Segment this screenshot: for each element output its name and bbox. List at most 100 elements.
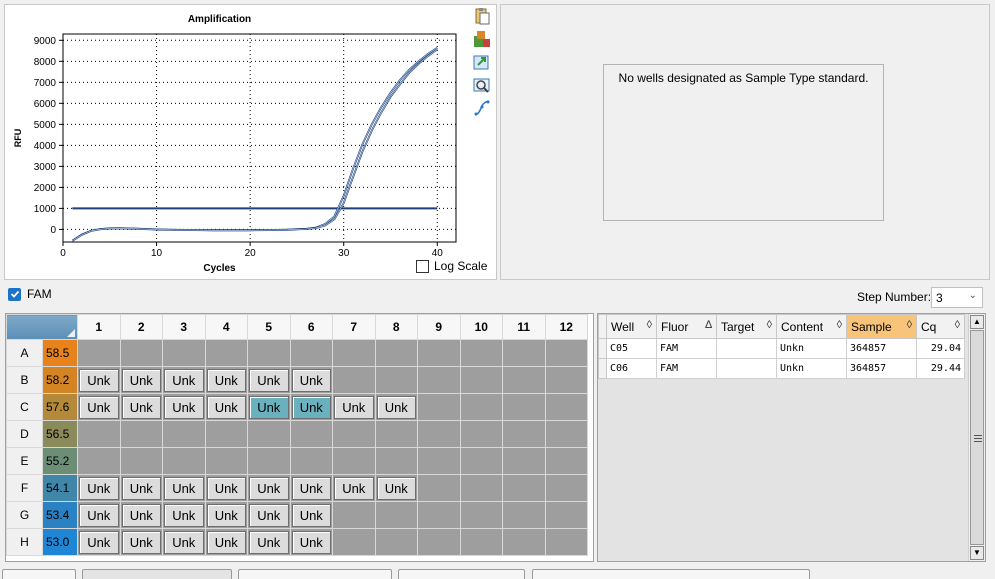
plate-row-header[interactable]: D: [6, 420, 43, 448]
row-selector-header[interactable]: [598, 314, 607, 339]
plate-well[interactable]: [204, 447, 248, 475]
plate-well[interactable]: [459, 501, 503, 529]
results-column-header[interactable]: Well ◊: [606, 314, 657, 339]
plate-well[interactable]: Unk: [374, 474, 418, 502]
plate-well[interactable]: [502, 474, 546, 502]
well-sample-unknown[interactable]: Unk: [291, 368, 331, 392]
bottom-tab[interactable]: [238, 569, 392, 579]
plate-well[interactable]: Unk: [247, 366, 291, 394]
plate-well[interactable]: [459, 393, 503, 421]
plate-well[interactable]: Unk: [77, 474, 121, 502]
well-sample-unknown[interactable]: Unk: [376, 476, 416, 500]
plate-row-header[interactable]: A: [6, 339, 43, 367]
plate-row-header[interactable]: B: [6, 366, 43, 394]
plate-well[interactable]: [417, 339, 461, 367]
select-all-corner[interactable]: [6, 314, 78, 340]
plate-well[interactable]: Unk: [77, 366, 121, 394]
plate-well[interactable]: [459, 366, 503, 394]
plate-well[interactable]: [247, 447, 291, 475]
well-sample-unknown[interactable]: Unk: [121, 368, 161, 392]
plate-well[interactable]: [119, 447, 163, 475]
well-sample-unknown[interactable]: Unk: [164, 530, 204, 554]
plate-well[interactable]: [204, 339, 248, 367]
plate-well[interactable]: [119, 339, 163, 367]
bottom-tab[interactable]: [398, 569, 525, 579]
plate-well[interactable]: [247, 420, 291, 448]
well-sample-unknown[interactable]: Unk: [376, 395, 416, 419]
plate-well[interactable]: Unk: [247, 528, 291, 556]
results-scrollbar[interactable]: ▲ ▼: [968, 314, 985, 561]
plate-well[interactable]: [459, 447, 503, 475]
table-row[interactable]: C06 FAM Unkn 364857 29.44: [598, 358, 965, 379]
scroll-up-icon[interactable]: ▲: [970, 315, 984, 329]
plate-well[interactable]: [502, 420, 546, 448]
plate-well[interactable]: [374, 420, 418, 448]
plate-well[interactable]: [459, 339, 503, 367]
plate-well[interactable]: Unk: [289, 501, 333, 529]
plate-well[interactable]: [502, 366, 546, 394]
plate-column-header[interactable]: 12: [544, 314, 588, 340]
well-sample-unknown[interactable]: Unk: [334, 395, 374, 419]
plate-well[interactable]: Unk: [332, 474, 376, 502]
bottom-tab[interactable]: [532, 569, 810, 579]
plate-column-header[interactable]: 3: [162, 314, 206, 340]
plate-well[interactable]: [544, 393, 588, 421]
plate-column-header[interactable]: 6: [289, 314, 333, 340]
plate-well[interactable]: [289, 339, 333, 367]
plate-well[interactable]: [374, 339, 418, 367]
log-scale-toggle[interactable]: Log Scale: [416, 259, 487, 273]
well-sample-unknown[interactable]: Unk: [164, 476, 204, 500]
results-column-header[interactable]: Target ◊: [716, 314, 777, 339]
plate-well[interactable]: [502, 447, 546, 475]
well-sample-unknown[interactable]: Unk: [121, 530, 161, 554]
plate-well[interactable]: [332, 501, 376, 529]
plate-well[interactable]: [417, 528, 461, 556]
plate-well[interactable]: Unk: [289, 393, 333, 421]
plate-row-header[interactable]: F: [6, 474, 43, 502]
plate-well[interactable]: [544, 501, 588, 529]
clipboard-icon[interactable]: [473, 7, 491, 25]
plate-icon[interactable]: [473, 30, 491, 48]
curve-icon[interactable]: [473, 99, 491, 117]
plate-well[interactable]: [417, 447, 461, 475]
zoom-icon[interactable]: [473, 76, 491, 94]
well-sample-unknown[interactable]: Unk: [79, 530, 119, 554]
plate-well[interactable]: [77, 339, 121, 367]
plate-well[interactable]: [459, 528, 503, 556]
scroll-down-icon[interactable]: ▼: [970, 546, 984, 560]
plate-well[interactable]: Unk: [119, 528, 163, 556]
plate-well[interactable]: [544, 339, 588, 367]
plate-well[interactable]: [162, 447, 206, 475]
well-sample-unknown[interactable]: Unk: [291, 476, 331, 500]
plate-well[interactable]: [417, 366, 461, 394]
plate-column-header[interactable]: 10: [459, 314, 503, 340]
plate-well[interactable]: [162, 420, 206, 448]
scrollbar-thumb[interactable]: [970, 330, 984, 545]
well-sample-unknown[interactable]: Unk: [206, 395, 246, 419]
fluor-filter[interactable]: FAM: [8, 287, 52, 301]
plate-well[interactable]: Unk: [247, 474, 291, 502]
plate-well[interactable]: [247, 339, 291, 367]
plate-well[interactable]: [332, 339, 376, 367]
plate-column-header[interactable]: 4: [204, 314, 248, 340]
plate-well[interactable]: [289, 420, 333, 448]
plate-column-header[interactable]: 1: [77, 314, 121, 340]
plate-row-header[interactable]: E: [6, 447, 43, 475]
results-column-header[interactable]: Content ◊: [776, 314, 847, 339]
plate-well[interactable]: [289, 447, 333, 475]
plate-well[interactable]: Unk: [204, 474, 248, 502]
plate-well[interactable]: Unk: [332, 393, 376, 421]
log-scale-checkbox[interactable]: [416, 259, 429, 273]
results-column-header[interactable]: Fluor ∆: [656, 314, 717, 339]
plate-well[interactable]: [544, 420, 588, 448]
results-column-header[interactable]: Sample ◊: [846, 314, 917, 339]
plate-column-header[interactable]: 7: [332, 314, 376, 340]
well-sample-unknown[interactable]: Unk: [164, 368, 204, 392]
plate-well[interactable]: [502, 501, 546, 529]
plate-well[interactable]: [544, 474, 588, 502]
well-sample-unknown[interactable]: Unk: [79, 476, 119, 500]
well-sample-unknown[interactable]: Unk: [121, 476, 161, 500]
plate-well[interactable]: Unk: [289, 366, 333, 394]
well-sample-unknown[interactable]: Unk: [79, 395, 119, 419]
row-selector[interactable]: [598, 338, 607, 359]
